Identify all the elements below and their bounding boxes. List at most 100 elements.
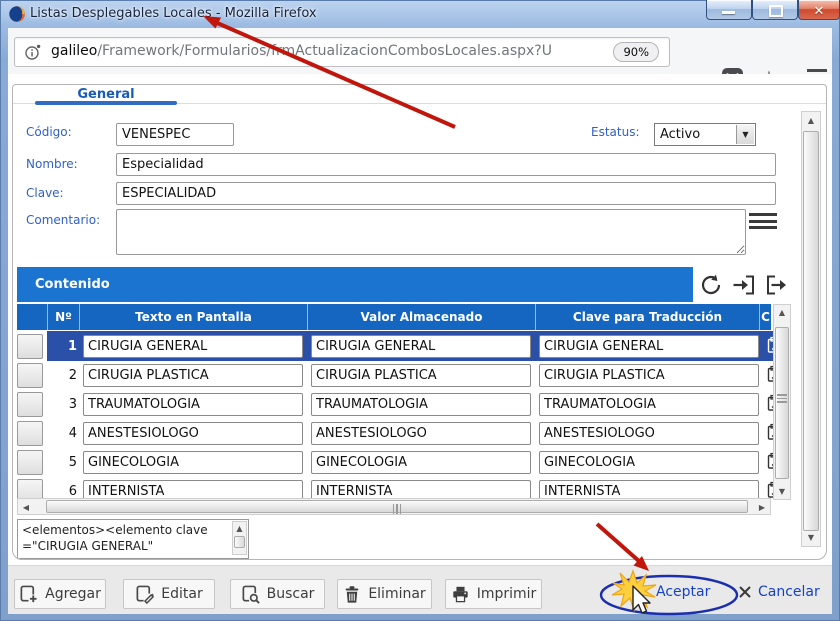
url-bar[interactable]: galileo/Framework/Formularios/frmActuali…: [14, 37, 670, 67]
active-tab-indicator: [35, 101, 177, 105]
action-bar: Agregar Editar Buscar Eliminar Imprimir …: [8, 565, 832, 614]
texto-cell-input[interactable]: [83, 364, 303, 387]
url-path: /Framework/Formularios/frmActualizacionC…: [97, 43, 552, 59]
estatus-label: Estatus:: [591, 125, 640, 139]
row-number: 2: [47, 362, 77, 389]
cancelar-label: Cancelar: [758, 584, 820, 600]
clave-cell-input[interactable]: [539, 335, 759, 358]
col-clave: Clave para Traducción: [535, 304, 759, 330]
edit-icon: [135, 585, 154, 604]
scroll-down-icon[interactable]: ▼: [802, 533, 820, 542]
import-icon[interactable]: [731, 272, 757, 298]
scroll-up-icon[interactable]: ▲: [802, 116, 820, 125]
clave-cell-input[interactable]: [539, 364, 759, 387]
firefox-icon: [8, 5, 26, 23]
xml-preview-text: <elementos><elemento clave="CIRUGIA GENE…: [22, 522, 222, 554]
zoom-indicator[interactable]: 90%: [613, 42, 659, 62]
table-row: 1: [17, 333, 771, 360]
col-texto: Texto en Pantalla: [79, 304, 307, 330]
clave-cell-input[interactable]: [539, 393, 759, 416]
buscar-label: Buscar: [267, 586, 315, 602]
scroll-up-icon[interactable]: ▲: [774, 308, 790, 317]
trash-icon: [343, 585, 361, 604]
editar-button[interactable]: Editar: [123, 579, 215, 609]
eliminar-label: Eliminar: [368, 586, 425, 602]
site-info-icon[interactable]: [25, 44, 41, 60]
agregar-button[interactable]: Agregar: [14, 579, 106, 609]
table-scrollbar-thumb[interactable]: [775, 327, 789, 479]
table-row: 3: [17, 391, 771, 418]
minimize-icon: [722, 11, 735, 14]
estatus-dropdown-icon[interactable]: ▼: [736, 125, 754, 144]
table-horizontal-scrollbar: ◀ ▶: [17, 498, 771, 515]
url-host: galileo: [51, 43, 97, 59]
printer-icon: [451, 585, 470, 603]
cancel-x-icon: [738, 585, 752, 599]
scroll-left-icon[interactable]: ◀: [18, 503, 34, 512]
scroll-right-icon[interactable]: ▶: [754, 503, 770, 512]
row-selector-button[interactable]: [17, 363, 43, 388]
scroll-up-icon[interactable]: ▲: [233, 524, 246, 533]
form-panel: General Código: Estatus: Activo ▼ Nombre…: [12, 84, 827, 560]
cancelar-button[interactable]: Cancelar: [738, 584, 820, 600]
texto-cell-input[interactable]: [83, 393, 303, 416]
aceptar-button[interactable]: Aceptar: [656, 584, 710, 600]
aceptar-label: Aceptar: [656, 584, 710, 600]
refresh-icon[interactable]: [698, 272, 724, 298]
maximize-button[interactable]: [752, 0, 798, 20]
tab-general[interactable]: General: [37, 87, 175, 102]
export-icon[interactable]: [764, 272, 790, 298]
col-num: Nº: [47, 304, 79, 330]
minimize-button[interactable]: [706, 0, 752, 20]
eliminar-button[interactable]: Eliminar: [337, 579, 432, 609]
horizontal-scrollbar-thumb[interactable]: [46, 500, 748, 513]
row-selector-button[interactable]: [17, 334, 43, 359]
valor-cell-input[interactable]: [311, 335, 531, 358]
contenido-title: Contenido: [35, 277, 110, 292]
browser-window: Listas Desplegables Locales - Mozilla Fi…: [0, 0, 840, 621]
table-vertical-scrollbar: ▲ ▼: [773, 304, 791, 500]
valor-cell-input[interactable]: [311, 451, 531, 474]
close-button[interactable]: ✕: [798, 0, 840, 20]
row-number: 4: [47, 420, 77, 447]
texto-cell-input[interactable]: [83, 451, 303, 474]
agregar-label: Agregar: [45, 586, 101, 602]
valor-cell-input[interactable]: [311, 422, 531, 445]
clave-cell-input[interactable]: [539, 422, 759, 445]
scroll-down-icon[interactable]: ▼: [774, 487, 790, 496]
row-number: 5: [47, 449, 77, 476]
row-selector-button[interactable]: [17, 450, 43, 475]
xml-preview-box[interactable]: <elementos><elemento clave="CIRUGIA GENE…: [17, 519, 249, 559]
clave-input[interactable]: [116, 182, 776, 205]
nombre-input[interactable]: [116, 153, 776, 176]
valor-cell-input[interactable]: [311, 364, 531, 387]
imprimir-label: Imprimir: [477, 586, 537, 602]
maximize-icon: [769, 5, 783, 17]
comentario-textarea[interactable]: [116, 209, 746, 255]
col-valor: Valor Almacenado: [307, 304, 535, 330]
xml-scrollbar-thumb[interactable]: [234, 536, 245, 548]
texto-cell-input[interactable]: [83, 335, 303, 358]
row-number: 3: [47, 391, 77, 418]
nombre-label: Nombre:: [26, 157, 78, 171]
table-row: 2: [17, 362, 771, 389]
search-icon: [241, 585, 260, 604]
estatus-select[interactable]: Activo ▼: [654, 123, 756, 146]
texto-cell-input[interactable]: [83, 422, 303, 445]
row-number: 1: [47, 333, 77, 360]
clave-cell-input[interactable]: [539, 451, 759, 474]
row-selector-button[interactable]: [17, 421, 43, 446]
col-selector: [17, 304, 47, 330]
url-text: galileo/Framework/Formularios/frmActuali…: [51, 43, 591, 59]
buscar-button[interactable]: Buscar: [230, 579, 325, 609]
page-scrollbar-thumb[interactable]: [803, 131, 819, 531]
imprimir-button[interactable]: Imprimir: [445, 579, 542, 609]
page-vertical-scrollbar: ▲ ▼: [801, 111, 821, 547]
codigo-input[interactable]: [116, 123, 234, 146]
row-selector-button[interactable]: [17, 392, 43, 417]
contenido-header: Contenido: [17, 267, 693, 302]
table-row: 4: [17, 420, 771, 447]
lines-icon[interactable]: [749, 213, 777, 233]
add-document-icon: [19, 585, 38, 604]
valor-cell-input[interactable]: [311, 393, 531, 416]
